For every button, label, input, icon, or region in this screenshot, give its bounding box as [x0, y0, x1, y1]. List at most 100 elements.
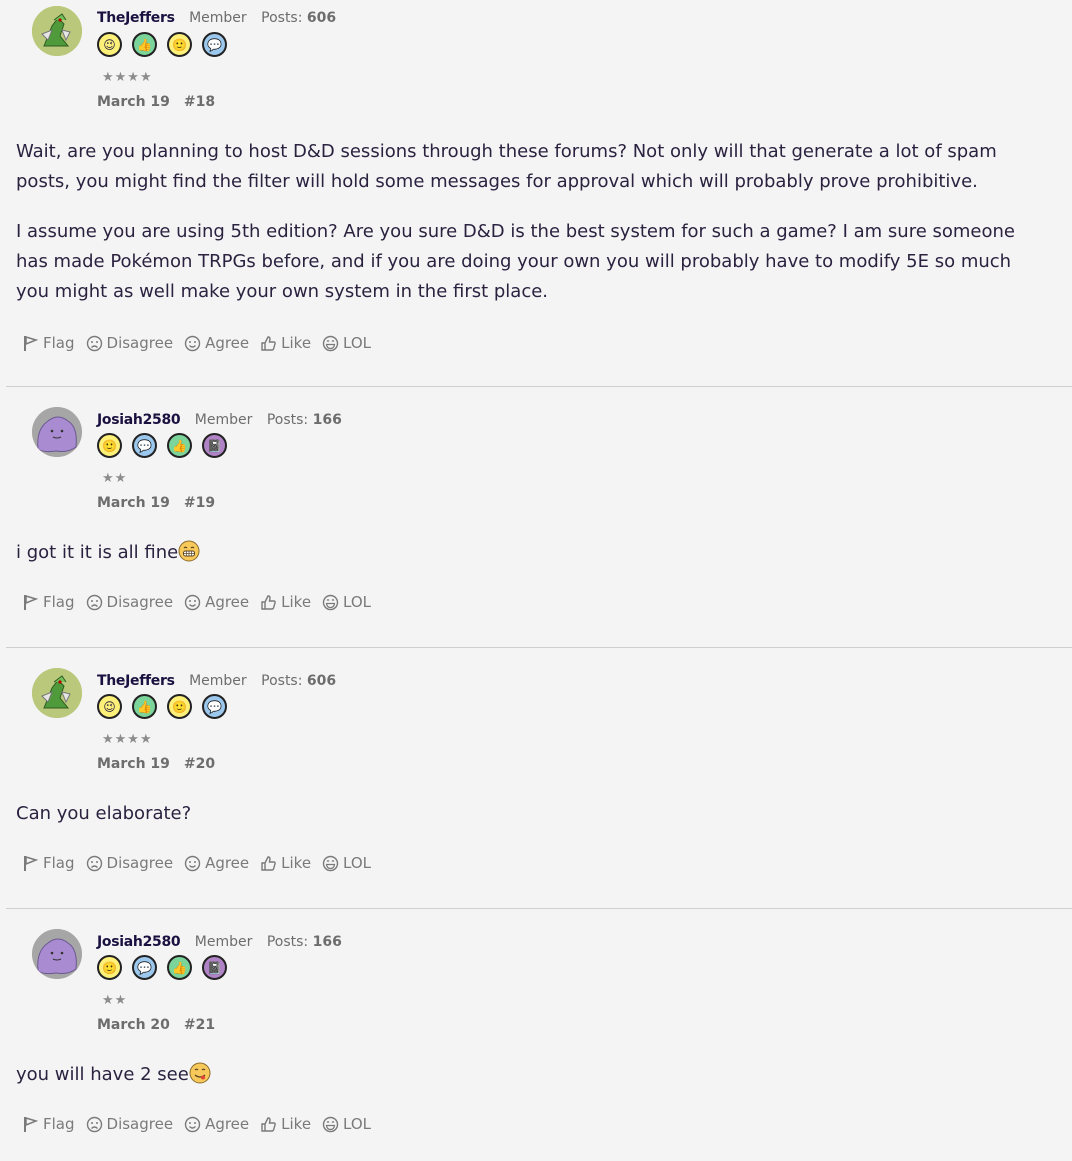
post-number[interactable]: #18: [184, 94, 215, 110]
post-paragraph: Wait, are you planning to host D&D sessi…: [16, 141, 997, 192]
like-button[interactable]: Like: [260, 854, 311, 872]
comment-badge-icon[interactable]: 💬: [132, 955, 157, 980]
flag-button[interactable]: Flag: [22, 1115, 75, 1133]
post-date[interactable]: March 19: [97, 756, 170, 772]
post-dateline: March 19 #18: [97, 94, 215, 110]
thumbs-up-badge-icon[interactable]: 👍: [132, 694, 157, 719]
username-link[interactable]: Josiah2580: [97, 934, 181, 950]
lol-button[interactable]: LOL: [322, 334, 371, 352]
post: TheJeffers Member Posts: 606 😉 👍 🙂 💬 ★★★…: [0, 648, 1072, 908]
agree-label: Agree: [205, 593, 250, 611]
post-body: Wait, are you planning to host D&D sessi…: [16, 137, 1056, 307]
smile-badge-icon[interactable]: 🙂: [97, 433, 122, 458]
agree-button[interactable]: Agree: [184, 1115, 249, 1133]
avatar[interactable]: [32, 407, 82, 457]
frown-icon: [86, 335, 102, 351]
post-body: Can you elaborate?: [16, 799, 1056, 829]
post-date[interactable]: March 19: [97, 495, 170, 511]
post-header: TheJeffers Member Posts: 606 😉 👍 🙂 💬 ★★★…: [16, 648, 1056, 772]
badges: 🙂 💬 👍 📓: [97, 955, 227, 980]
lol-label: LOL: [343, 593, 372, 611]
post-date[interactable]: March 19: [97, 94, 170, 110]
wink-badge-icon[interactable]: 😉: [97, 32, 122, 57]
post-header: Josiah2580 Member Posts: 166 🙂 💬 👍 📓 ★★ …: [16, 387, 1056, 511]
post-dateline: March 19 #20: [97, 756, 215, 772]
laugh-icon: [322, 1116, 339, 1132]
like-button[interactable]: Like: [260, 334, 311, 352]
post-number[interactable]: #21: [184, 1017, 215, 1033]
post-number[interactable]: #20: [184, 756, 215, 772]
thumbs-up-icon: [261, 335, 276, 351]
thumbs-up-badge-icon[interactable]: 👍: [167, 433, 192, 458]
avatar[interactable]: [32, 668, 82, 718]
laugh-icon: [322, 594, 339, 610]
lol-label: LOL: [343, 1115, 372, 1133]
post-date[interactable]: March 20: [97, 1017, 170, 1033]
posts-count: 606: [306, 673, 337, 689]
wink-badge-icon[interactable]: 😉: [97, 694, 122, 719]
lol-button[interactable]: LOL: [322, 854, 371, 872]
post-paragraph: Can you elaborate?: [16, 803, 192, 824]
smile-badge-icon[interactable]: 🙂: [97, 955, 122, 980]
comment-badge-icon[interactable]: 💬: [202, 32, 227, 57]
badges: 😉 👍 🙂 💬: [97, 32, 227, 57]
username-link[interactable]: TheJeffers: [97, 10, 175, 26]
reaction-bar: Flag Disagree Agree Like LOL: [16, 588, 1056, 616]
lol-button[interactable]: LOL: [322, 1115, 371, 1133]
user-role: Member: [189, 673, 247, 689]
grin-emoji-icon: [178, 540, 200, 562]
like-button[interactable]: Like: [260, 593, 311, 611]
flag-icon: [24, 855, 39, 871]
avatar[interactable]: [32, 929, 82, 979]
notebook-badge-icon[interactable]: 📓: [202, 433, 227, 458]
disagree-button[interactable]: Disagree: [86, 854, 174, 872]
thumbs-up-badge-icon[interactable]: 👍: [167, 955, 192, 980]
agree-button[interactable]: Agree: [184, 334, 249, 352]
flag-button[interactable]: Flag: [22, 334, 75, 352]
avatar[interactable]: [32, 6, 82, 56]
username-link[interactable]: TheJeffers: [97, 673, 175, 689]
post: TheJeffers Member Posts: 606 😉 👍 🙂 💬 ★★★…: [0, 0, 1072, 386]
disagree-button[interactable]: Disagree: [86, 593, 173, 611]
comment-badge-icon[interactable]: 💬: [132, 433, 157, 458]
user-role: Member: [194, 934, 253, 950]
posts-count: 166: [312, 934, 342, 950]
posts-label: Posts:: [261, 673, 303, 689]
notebook-badge-icon[interactable]: 📓: [202, 955, 227, 980]
posts-label: Posts:: [266, 412, 309, 428]
flag-label: Flag: [43, 334, 75, 352]
flag-icon: [24, 1116, 39, 1132]
rank-stars: ★★: [102, 471, 128, 486]
post-header: Josiah2580 Member Posts: 166 🙂 💬 👍 📓 ★★ …: [16, 909, 1056, 1033]
smile-badge-icon[interactable]: 🙂: [167, 694, 192, 719]
agree-label: Agree: [205, 334, 250, 352]
thumbs-up-badge-icon[interactable]: 👍: [132, 32, 157, 57]
agree-button[interactable]: Agree: [184, 854, 249, 872]
flag-label: Flag: [43, 593, 75, 611]
comment-badge-icon[interactable]: 💬: [202, 694, 227, 719]
frown-icon: [86, 1116, 102, 1132]
flag-icon: [24, 335, 39, 351]
like-label: Like: [281, 1115, 312, 1133]
agree-button[interactable]: Agree: [184, 593, 249, 611]
flag-button[interactable]: Flag: [22, 854, 75, 872]
like-button[interactable]: Like: [260, 1115, 311, 1133]
disagree-button[interactable]: Disagree: [86, 1115, 173, 1133]
yum-emoji-icon: [189, 1062, 211, 1084]
post-number[interactable]: #19: [184, 495, 215, 511]
lol-button[interactable]: LOL: [322, 593, 371, 611]
author-meta: TheJeffers Member Posts: 606: [97, 10, 336, 26]
posts-count: 606: [306, 10, 337, 26]
reaction-bar: Flag Disagree Agree Like LOL: [16, 329, 1056, 357]
disagree-button[interactable]: Disagree: [86, 334, 173, 352]
thumbs-up-icon: [261, 594, 276, 610]
scyther-avatar-icon: [32, 6, 82, 56]
username-link[interactable]: Josiah2580: [97, 412, 181, 428]
smile-badge-icon[interactable]: 🙂: [167, 32, 192, 57]
post-body: i got it it is all fine: [16, 538, 1056, 568]
frown-icon: [86, 855, 102, 871]
disagree-label: Disagree: [106, 854, 174, 872]
author-meta: Josiah2580 Member Posts: 166: [97, 934, 342, 950]
flag-button[interactable]: Flag: [22, 593, 75, 611]
posts-label: Posts:: [266, 934, 309, 950]
